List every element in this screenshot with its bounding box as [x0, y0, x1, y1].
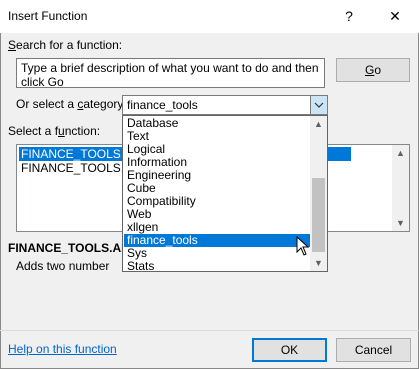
category-option-finance-tools[interactable]: finance_tools — [124, 234, 310, 247]
function-list-scrollbar[interactable]: ▲ ▼ — [392, 145, 409, 231]
mouse-cursor-icon — [296, 236, 310, 256]
ok-button[interactable]: OK — [252, 338, 327, 362]
title-bar: Insert Function ? ✕ — [0, 0, 419, 33]
help-button[interactable]: ? — [340, 7, 358, 25]
search-description-input[interactable]: Type a brief description of what you wan… — [16, 58, 325, 89]
function-description: Adds two number — [16, 259, 110, 273]
category-option-stats[interactable]: Stats — [124, 260, 310, 273]
search-description-text: Type a brief description of what you wan… — [21, 61, 319, 89]
category-dropdown-button[interactable] — [310, 96, 327, 114]
dialog-title: Insert Function — [8, 9, 88, 23]
scroll-up-icon[interactable]: ▲ — [392, 148, 409, 158]
function-label: Select a function: — [8, 124, 101, 138]
footer-divider — [0, 330, 419, 331]
category-selected-value: finance_tools — [127, 98, 198, 112]
help-on-function-link[interactable]: Help on this function — [8, 342, 117, 356]
close-button[interactable]: ✕ — [386, 7, 404, 25]
search-label: Search for a function: — [8, 38, 123, 52]
cancel-button[interactable]: Cancel — [336, 338, 411, 362]
category-option-database[interactable]: Database — [124, 117, 310, 130]
scroll-up-icon[interactable]: ▲ — [310, 119, 327, 129]
category-label: Or select a category: — [16, 97, 127, 111]
category-select[interactable]: finance_tools — [122, 95, 328, 115]
dropdown-scrollbar[interactable]: ▲ ▼ — [310, 116, 327, 271]
function-signature: FINANCE_TOOLS.AD — [8, 241, 130, 255]
go-button[interactable]: Go — [336, 58, 410, 82]
scroll-down-icon[interactable]: ▼ — [392, 218, 409, 228]
scroll-thumb[interactable] — [312, 178, 325, 252]
scroll-down-icon[interactable]: ▼ — [310, 258, 327, 268]
chevron-down-icon — [314, 102, 324, 108]
category-option-compatibility[interactable]: Compatibility — [124, 195, 310, 208]
